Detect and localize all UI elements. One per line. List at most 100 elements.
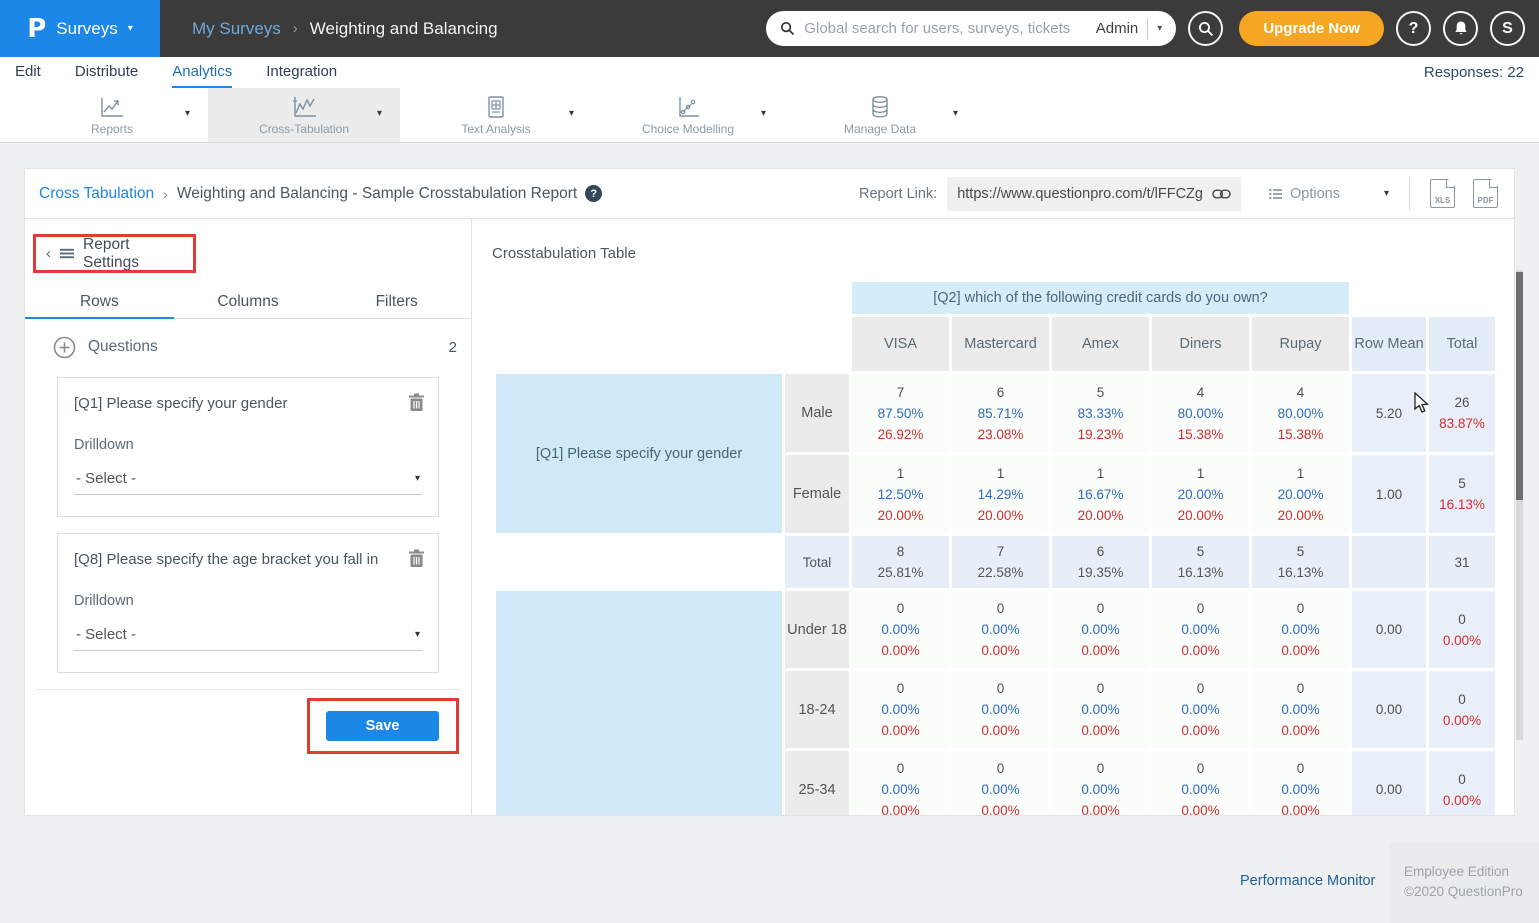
add-question-icon[interactable]	[53, 336, 76, 359]
crosstab-row-mean: 5.20	[1352, 374, 1426, 452]
toolbar-manage-data[interactable]: Manage Data	[784, 88, 976, 142]
product-menu[interactable]: P Surveys	[0, 0, 160, 57]
help-button[interactable]: ?	[1396, 11, 1431, 46]
drilldown-select[interactable]: - Select -	[74, 621, 422, 651]
scrollbar-thumb[interactable]	[1516, 272, 1523, 500]
crosstab-row-mean: 0.00	[1352, 671, 1426, 748]
choice-modelling-caret-icon[interactable]	[761, 108, 766, 119]
options-menu[interactable]: Options	[1269, 186, 1340, 202]
notifications-button[interactable]	[1443, 11, 1478, 46]
drilldown-label: Drilldown	[74, 593, 422, 609]
toolbar-cross-tabulation[interactable]: Cross-Tabulation	[208, 88, 400, 142]
crosstab-cell: 00.00%0.00%	[1152, 591, 1249, 668]
toolbar-choice-modelling[interactable]: Choice Modelling	[592, 88, 784, 142]
tab-analytics[interactable]: Analytics	[172, 57, 232, 88]
scatter-chart-icon	[675, 95, 701, 119]
drilldown-select[interactable]: - Select -	[74, 465, 422, 495]
crosstab-total-cell: 722.58%	[952, 536, 1049, 588]
crosstab-row-label: Female	[785, 455, 849, 533]
settings-tabs: Rows Columns Filters	[25, 286, 471, 319]
tab-rows[interactable]: Rows	[25, 286, 174, 319]
chevron-left-icon	[46, 245, 51, 262]
crosstab-col-header: VISA	[852, 317, 949, 371]
toolbar-reports[interactable]: Reports	[16, 88, 208, 142]
report-help-icon[interactable]: ?	[585, 185, 602, 202]
crosstab-row-mean: 1.00	[1352, 455, 1426, 533]
crosstab-total-cell: 516.13%	[1152, 536, 1249, 588]
upgrade-now-button[interactable]: Upgrade Now	[1239, 11, 1384, 46]
crosstab-total-header: Total	[1429, 317, 1495, 371]
account-avatar[interactable]: S	[1490, 11, 1525, 46]
tab-distribute[interactable]: Distribute	[75, 57, 138, 88]
analytics-toolbar: Reports Cross-Tabulation Text Analysis C…	[0, 88, 1539, 143]
drilldown-value: - Select -	[76, 626, 136, 643]
responses-count[interactable]: Responses: 22	[1424, 57, 1524, 88]
search-submit-button[interactable]	[1188, 11, 1223, 46]
tab-edit[interactable]: Edit	[15, 57, 41, 88]
crosstab-total-row-label: Total	[785, 536, 849, 588]
report-link-box[interactable]: https://www.questionpro.com/t/lFFCZg	[947, 177, 1241, 211]
text-analysis-caret-icon[interactable]	[569, 108, 574, 119]
question-card-q1: [Q1] Please specify your gender Drilldow…	[57, 377, 439, 517]
toolbar-manage-data-label: Manage Data	[844, 122, 916, 136]
search-scope-label[interactable]: Admin	[1096, 20, 1139, 37]
crosstab-row-total: 516.13%	[1429, 455, 1495, 533]
questions-count: 2	[449, 339, 457, 356]
crosstab-cell: 120.00%20.00%	[1252, 455, 1349, 533]
crosstab-total-cell: 516.13%	[1252, 536, 1349, 588]
crosstab-col-header: Rupay	[1252, 317, 1349, 371]
save-button[interactable]: Save	[326, 711, 439, 741]
report-title: Weighting and Balancing - Sample Crossta…	[177, 185, 577, 203]
divider	[35, 689, 461, 690]
crosstab-group-label: [Q1] Please specify your gender	[496, 374, 782, 533]
breadcrumb-my-surveys[interactable]: My Surveys	[192, 19, 281, 39]
search-scope-caret-icon[interactable]	[1157, 23, 1162, 34]
survey-nav: Edit Distribute Analytics Integration Re…	[0, 57, 1539, 88]
crosstab-cell: 00.00%0.00%	[852, 671, 949, 748]
export-pdf-button[interactable]: PDF	[1473, 179, 1498, 208]
report-link-url[interactable]: https://www.questionpro.com/t/lFFCZg	[957, 186, 1203, 202]
breadcrumb-separator-icon	[293, 20, 298, 37]
crosstab-row-mean: 0.00	[1352, 591, 1426, 668]
reports-caret-icon[interactable]	[185, 108, 190, 119]
delete-question-button[interactable]	[408, 549, 425, 573]
crosstab-column-question: [Q2] which of the following credit cards…	[852, 282, 1349, 314]
cross-tabulation-breadcrumb-link[interactable]: Cross Tabulation	[39, 185, 154, 203]
global-search-input[interactable]	[804, 20, 1086, 37]
crosstab-cell: 00.00%0.00%	[1152, 671, 1249, 748]
delete-question-button[interactable]	[408, 393, 425, 417]
questions-label: Questions	[88, 338, 158, 356]
toolbar-reports-label: Reports	[91, 122, 133, 136]
chevron-down-icon	[128, 23, 133, 34]
report-link-label: Report Link:	[859, 186, 937, 202]
crosstab-row-label: Male	[785, 374, 849, 452]
toolbar-text-analysis-label: Text Analysis	[461, 122, 530, 136]
crosstab-row-total: 00.00%	[1429, 751, 1495, 815]
crosstab-row-total: 00.00%	[1429, 591, 1495, 668]
crosstab-cell: 00.00%0.00%	[952, 671, 1049, 748]
breadcrumb: My Surveys Weighting and Balancing	[192, 19, 498, 39]
performance-monitor-link[interactable]: Performance Monitor	[1240, 873, 1375, 889]
crosstab-row-total: 2683.87%	[1429, 374, 1495, 452]
tab-integration[interactable]: Integration	[266, 57, 337, 88]
bell-icon	[1453, 20, 1469, 37]
hamburger-icon	[60, 248, 74, 259]
avatar-initial: S	[1502, 20, 1513, 38]
export-xls-button[interactable]: XLS	[1430, 179, 1455, 208]
line-chart-icon	[99, 95, 125, 119]
report-settings-toggle[interactable]: Report Settings	[33, 234, 196, 273]
toolbar-text-analysis[interactable]: Text Analysis	[400, 88, 592, 142]
tab-filters[interactable]: Filters	[322, 286, 471, 319]
edition-footer: Employee Edition ©2020 QuestionPro	[1390, 843, 1539, 923]
manage-data-caret-icon[interactable]	[953, 108, 958, 119]
top-header: P Surveys My Surveys Weighting and Balan…	[0, 0, 1539, 57]
cross-tabulation-caret-icon[interactable]	[377, 108, 382, 119]
crosstab-cell: 480.00%15.38%	[1152, 374, 1249, 452]
options-caret-icon[interactable]	[1384, 188, 1389, 199]
vertical-scrollbar[interactable]	[1516, 270, 1523, 740]
crosstab-cell: 00.00%0.00%	[852, 751, 949, 815]
cross-tab-chart-icon	[291, 95, 317, 119]
crosstab-row-label: 18-24	[785, 671, 849, 748]
questionpro-logo-icon: P	[27, 14, 46, 44]
tab-columns[interactable]: Columns	[174, 286, 323, 319]
